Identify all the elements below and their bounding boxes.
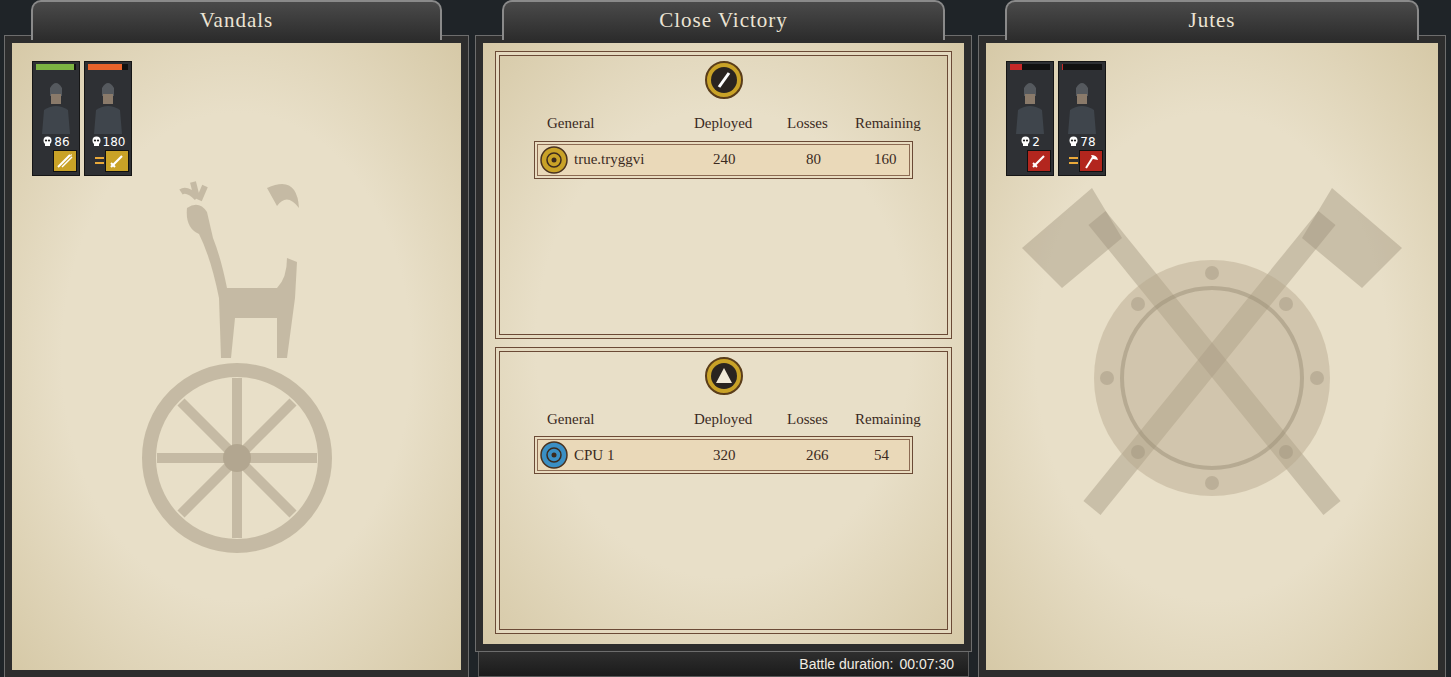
result-title: Close Victory (659, 5, 788, 37)
skull-icon (1020, 135, 1031, 149)
deployed-value: 240 (713, 148, 806, 171)
side-section: GeneralDeployedLossesRemainingtrue.trygg… (495, 51, 952, 339)
unit-badges (85, 149, 131, 175)
unit-portrait (1059, 72, 1105, 134)
result-header: Close Victory (502, 0, 945, 40)
health-bar (1010, 64, 1050, 70)
axe-icon (1079, 150, 1103, 172)
faction-name: Jutes (1189, 5, 1236, 37)
faction-panel: Vandals 86 180 (5, 0, 468, 677)
column-label: Deployed (694, 408, 787, 431)
unit-badges (33, 149, 79, 175)
skull-icon (42, 135, 53, 149)
kill-count: 86 (33, 134, 79, 149)
general-icon (540, 146, 568, 174)
axes-shield-icon (986, 178, 1438, 558)
sword-icon (1027, 150, 1051, 172)
general-name: CPU 1 (574, 444, 614, 467)
result-body: GeneralDeployedLossesRemainingtrue.trygg… (476, 36, 971, 651)
column-header: GeneralDeployedLossesRemaining (516, 408, 931, 437)
general-row[interactable]: CPU 1 32026654 (534, 436, 913, 474)
deer-wheel-icon (12, 178, 461, 558)
faction-name: Vandals (200, 5, 274, 37)
column-label: Remaining (855, 408, 931, 431)
side-section: GeneralDeployedLossesRemaining CPU 1 32026… (495, 347, 952, 635)
unit-list: 2 78 (986, 43, 1438, 176)
unit-card[interactable]: 2 (1006, 61, 1054, 176)
unit-card[interactable]: 86 (32, 61, 80, 176)
health-bar (1062, 64, 1102, 70)
faction-header: Jutes (1005, 0, 1419, 40)
sword-icon (105, 150, 129, 172)
column-label: General (516, 408, 694, 431)
rank-chevron (95, 157, 104, 161)
health-fill (88, 64, 122, 70)
battle-duration: Battle duration: 00:07:30 (478, 651, 969, 677)
faction-panel: Jutes 2 78 (979, 0, 1445, 677)
column-label: Remaining (855, 112, 931, 135)
column-label: General (516, 112, 694, 135)
skull-icon (1068, 135, 1079, 149)
general-cell: CPU 1 (535, 441, 713, 469)
unit-portrait (85, 72, 131, 134)
health-bar (88, 64, 128, 70)
general-name: true.tryggvi (574, 148, 644, 171)
faction-body: 2 78 (979, 36, 1445, 677)
tent-icon (704, 356, 744, 396)
duration-value: 00:07:30 (900, 654, 955, 675)
kill-count: 180 (85, 134, 131, 149)
health-fill (36, 64, 74, 70)
faction-header: Vandals (31, 0, 442, 40)
losses-value: 80 (806, 148, 874, 171)
rank-chevron (1069, 162, 1078, 166)
rank-chevron (1069, 157, 1078, 161)
kills-value: 86 (54, 135, 69, 149)
unit-badges (1059, 149, 1105, 175)
unit-card[interactable]: 78 (1058, 61, 1106, 176)
column-label: Deployed (694, 112, 787, 135)
kill-count: 78 (1059, 134, 1105, 149)
unit-list: 86 180 (12, 43, 461, 176)
faction-body: 86 180 (5, 36, 468, 677)
column-header: GeneralDeployedLossesRemaining (516, 112, 931, 141)
remaining-value: 54 (874, 444, 912, 467)
result-panel: Close VictoryGeneralDeployedLossesRemain… (476, 0, 971, 677)
kills-value: 2 (1032, 135, 1040, 149)
unit-card[interactable]: 180 (84, 61, 132, 176)
shield-icon (704, 60, 744, 100)
unit-portrait (1007, 72, 1053, 134)
health-fill (1010, 64, 1022, 70)
cavalry-icon (53, 150, 77, 172)
deployed-value: 320 (713, 444, 806, 467)
unit-portrait (33, 72, 79, 134)
kills-value: 78 (1080, 135, 1095, 149)
column-label: Losses (787, 408, 855, 431)
health-fill (1062, 64, 1063, 70)
duration-label: Battle duration: (799, 654, 893, 675)
rank-chevron (95, 162, 104, 166)
rank-icon (95, 157, 104, 166)
column-label: Losses (787, 112, 855, 135)
kills-value: 180 (103, 135, 126, 149)
skull-icon (91, 135, 102, 149)
general-row[interactable]: true.tryggvi 24080160 (534, 141, 913, 179)
health-bar (36, 64, 76, 70)
kill-count: 2 (1007, 134, 1053, 149)
unit-badges (1007, 149, 1053, 175)
general-cell: true.tryggvi (535, 146, 713, 174)
remaining-value: 160 (874, 148, 912, 171)
general-icon (540, 441, 568, 469)
losses-value: 266 (806, 444, 874, 467)
rank-icon (1069, 157, 1078, 166)
